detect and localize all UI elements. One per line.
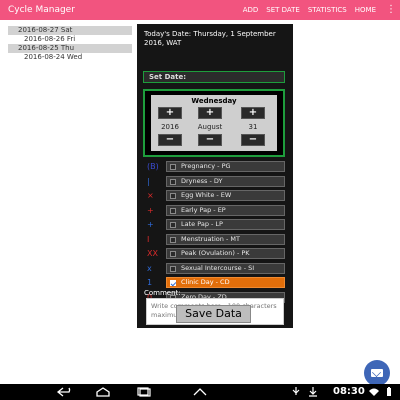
checkbox[interactable]: [170, 280, 176, 286]
symptom-label: Dryness - DY: [181, 176, 223, 185]
date-list-item[interactable]: 2016-08-24 Wed: [8, 53, 132, 62]
symptom-checkbox-field[interactable]: Egg White - EW: [166, 190, 285, 201]
symptom-marker-icon: 1: [147, 278, 153, 287]
symptom-label: Early Pap - EP: [181, 205, 226, 214]
month-decrement-button[interactable]: −: [198, 134, 222, 146]
app-title: Cycle Manager: [8, 5, 75, 15]
symptom-checkbox-field[interactable]: Dryness - DY: [166, 175, 285, 187]
symptom-label: Peak (Ovulation) - PK: [181, 249, 250, 257]
download-icon: [309, 387, 317, 397]
date-list: 2016-08-27 Sat 2016-08-26 Fri 2016-08-25…: [8, 26, 132, 62]
symptom-row[interactable]: x Sexual Intercourse - SI: [137, 262, 293, 275]
symptom-row[interactable]: + Early Pap - EP: [137, 204, 293, 217]
today-date-text: Today's Date: Thursday, 1 September 2016…: [144, 30, 276, 47]
wifi-icon: [369, 388, 379, 396]
symptom-checkbox-field[interactable]: Late Pap - LP: [166, 219, 285, 230]
symptom-marker-icon: |: [147, 176, 150, 186]
symptom-row[interactable]: XX Peak (Ovulation) - PK: [137, 248, 293, 260]
checkbox[interactable]: [170, 193, 176, 199]
symptom-label: Egg White - EW: [181, 191, 232, 199]
back-icon[interactable]: [56, 387, 74, 397]
symptom-marker-icon: +: [147, 220, 154, 229]
picker-weekday: Wednesday: [191, 97, 237, 105]
date-list-item[interactable]: 2016-08-27 Sat: [8, 26, 132, 35]
symptom-row[interactable]: (B) Pregnancy - PG: [137, 161, 293, 173]
year-decrement-button[interactable]: −: [158, 134, 182, 146]
symptom-checkbox-field[interactable]: Pregnancy - PG: [166, 161, 285, 172]
status-clock: 08:30: [333, 386, 365, 397]
set-date-dialog: Today's Date: Thursday, 1 September 2016…: [137, 24, 293, 328]
symptom-label: Pregnancy - PG: [181, 162, 231, 170]
checkbox[interactable]: [170, 207, 176, 214]
date-list-item[interactable]: 2016-08-26 Fri: [8, 35, 132, 44]
month-value[interactable]: August: [189, 123, 231, 131]
symptom-label: Clinic Day - CD: [181, 278, 230, 286]
symptom-row[interactable]: + Late Pap - LP: [137, 219, 293, 231]
symptom-row[interactable]: × Egg White - EW: [137, 190, 293, 202]
symptom-label: Sexual Intercourse - SI: [181, 263, 255, 272]
day-increment-button[interactable]: +: [241, 107, 265, 119]
day-value[interactable]: 31: [237, 123, 269, 131]
year-value[interactable]: 2016: [154, 123, 186, 131]
symptom-marker-icon: XX: [147, 249, 158, 258]
symptom-row[interactable]: | Dryness - DY: [137, 175, 293, 188]
symptom-list: (B) Pregnancy - PG | Dryness - DY × Egg White…: [137, 161, 293, 306]
symptom-checkbox-field[interactable]: Menstruation - MT: [166, 233, 285, 245]
battery-icon: [387, 387, 391, 396]
symptom-marker-icon: I: [147, 234, 150, 244]
add-action[interactable]: ADD: [243, 6, 259, 14]
statistics-action[interactable]: STATISTICS: [308, 6, 347, 14]
overflow-menu-icon[interactable]: ⋮: [382, 5, 400, 15]
symptom-marker-icon: ×: [147, 191, 154, 200]
symptom-checkbox-field[interactable]: Sexual Intercourse - SI: [166, 262, 285, 274]
action-menu: ADD SET DATE STATISTICS HOME: [243, 6, 382, 14]
mail-icon: [371, 369, 383, 377]
year-increment-button[interactable]: +: [158, 107, 182, 119]
set-date-header: Set Date:: [143, 71, 285, 83]
symptom-row[interactable]: I Menstruation - MT: [137, 233, 293, 246]
symptom-marker-icon: x: [147, 263, 152, 273]
checkbox[interactable]: [170, 236, 176, 243]
action-bar: Cycle Manager ADD SET DATE STATISTICS HO…: [0, 0, 400, 20]
recent-apps-icon[interactable]: [136, 387, 154, 397]
set-date-action[interactable]: SET DATE: [266, 6, 300, 14]
date-picker: Wednesday + + + 2016 August 31 − − −: [151, 95, 277, 151]
checkbox[interactable]: [170, 178, 176, 185]
symptom-checkbox-field[interactable]: Early Pap - EP: [166, 204, 285, 216]
symptom-marker-icon: +: [147, 205, 154, 215]
comment-label: Comment:: [144, 289, 181, 297]
checkbox[interactable]: [170, 164, 176, 170]
checkbox[interactable]: [170, 222, 176, 228]
save-data-button[interactable]: Save Data: [176, 305, 251, 323]
usb-icon: [292, 387, 300, 395]
mail-fab-button[interactable]: [364, 360, 390, 386]
checkbox[interactable]: [170, 265, 176, 272]
home-icon[interactable]: [94, 387, 112, 397]
symptom-label: Menstruation - MT: [181, 234, 240, 243]
navigation-bar: 08:30: [0, 384, 400, 400]
month-increment-button[interactable]: +: [198, 107, 222, 119]
date-picker-frame: Wednesday + + + 2016 August 31 − − −: [143, 89, 285, 157]
day-decrement-button[interactable]: −: [241, 134, 265, 146]
chevron-up-icon[interactable]: [193, 387, 207, 397]
symptom-row[interactable]: 1 Clinic Day - CD: [137, 277, 293, 289]
symptom-checkbox-field[interactable]: Peak (Ovulation) - PK: [166, 248, 285, 259]
symptom-checkbox-field[interactable]: Clinic Day - CD: [166, 277, 285, 288]
symptom-label: Late Pap - LP: [181, 220, 223, 228]
date-list-item[interactable]: 2016-08-25 Thu: [8, 44, 132, 53]
checkbox[interactable]: [170, 251, 176, 257]
symptom-marker-icon: (B): [147, 162, 159, 171]
home-action[interactable]: HOME: [355, 6, 376, 14]
